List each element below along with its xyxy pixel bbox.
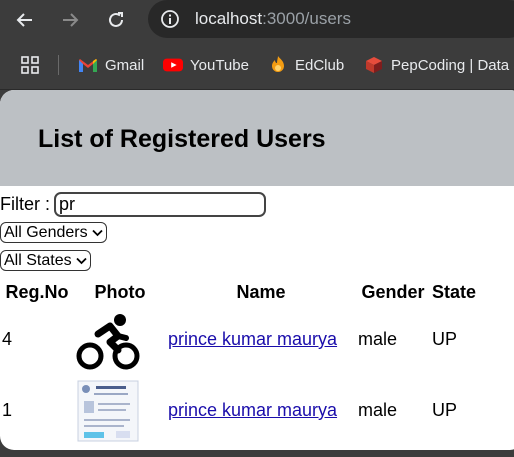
chevron-down-icon bbox=[91, 229, 103, 237]
cell-state: UP bbox=[432, 400, 458, 420]
cell-name: prince kumar maurya bbox=[166, 375, 356, 446]
cell-regno: 4 bbox=[2, 329, 13, 349]
state-select[interactable]: All States bbox=[0, 250, 91, 271]
users-table: Reg.No Photo Name Gender State 4 prince … bbox=[0, 280, 490, 446]
document-thumbnail bbox=[76, 378, 140, 443]
header-photo: Photo bbox=[94, 281, 146, 302]
chevron-down-icon bbox=[75, 257, 87, 265]
header-gender: Gender bbox=[361, 281, 425, 302]
bookmark-label: EdClub bbox=[295, 56, 345, 74]
cell-photo bbox=[74, 375, 166, 446]
bookmark-separator bbox=[58, 55, 59, 75]
apps-grid-icon[interactable] bbox=[20, 55, 40, 80]
gmail-icon bbox=[78, 55, 98, 75]
reload-button[interactable] bbox=[104, 8, 128, 32]
cell-photo bbox=[74, 304, 166, 375]
cell-state: UP bbox=[432, 329, 458, 349]
url-path: :3000/users bbox=[262, 9, 351, 28]
back-button[interactable] bbox=[13, 8, 37, 32]
page-content: List of Registered Users Filter : All Ge… bbox=[0, 90, 514, 450]
state-select-value: All States bbox=[4, 251, 72, 269]
cell-gender: male bbox=[358, 400, 398, 420]
forward-arrow-icon bbox=[63, 13, 79, 27]
browser-toolbar: localhost:3000/users bbox=[0, 0, 514, 40]
reload-icon bbox=[109, 12, 123, 27]
url-text: localhost:3000/users bbox=[195, 9, 351, 29]
edclub-icon bbox=[268, 55, 288, 75]
forward-button[interactable] bbox=[58, 8, 82, 32]
youtube-icon bbox=[163, 55, 183, 75]
site-info-icon[interactable] bbox=[160, 9, 180, 34]
url-host: localhost bbox=[195, 9, 263, 28]
table-header-row: Reg.No Photo Name Gender State bbox=[0, 280, 490, 304]
address-bar[interactable]: localhost:3000/users bbox=[148, 0, 514, 38]
header-regno: Reg.No bbox=[5, 281, 69, 302]
header-state: State bbox=[432, 281, 477, 302]
bookmark-label: Gmail bbox=[105, 56, 145, 74]
bookmarks-bar: Gmail YouTube EdClub PepCoding | Data S bbox=[0, 40, 514, 90]
header-name: Name bbox=[236, 281, 286, 302]
pepcoding-icon bbox=[364, 55, 384, 75]
table-row: 4 prince kumar maurya male UP bbox=[0, 304, 490, 375]
page-header: List of Registered Users bbox=[0, 90, 514, 186]
cyclist-icon bbox=[76, 307, 140, 372]
gender-select[interactable]: All Genders bbox=[0, 222, 107, 243]
cell-name: prince kumar maurya bbox=[166, 304, 356, 375]
filter-row: Filter : bbox=[0, 192, 267, 217]
bookmark-pepcoding[interactable]: PepCoding | Data S bbox=[364, 54, 514, 76]
user-name-link[interactable]: prince kumar maurya bbox=[168, 400, 337, 420]
back-arrow-icon bbox=[16, 13, 32, 27]
gender-select-value: All Genders bbox=[4, 223, 88, 241]
bookmark-youtube[interactable]: YouTube bbox=[163, 54, 249, 76]
cell-gender: male bbox=[358, 329, 398, 349]
cell-regno: 1 bbox=[2, 400, 13, 420]
filter-label: Filter : bbox=[0, 194, 51, 214]
bookmark-edclub[interactable]: EdClub bbox=[268, 54, 344, 76]
page-viewport: List of Registered Users Filter : All Ge… bbox=[0, 90, 514, 457]
bookmark-label: PepCoding | Data S bbox=[391, 56, 514, 74]
user-name-link[interactable]: prince kumar maurya bbox=[168, 329, 337, 349]
page-title: List of Registered Users bbox=[38, 125, 326, 153]
table-row: 1 prince kumar maurya male UP bbox=[0, 375, 490, 446]
bookmark-gmail[interactable]: Gmail bbox=[78, 54, 144, 76]
filter-input[interactable] bbox=[54, 192, 267, 217]
bookmark-label: YouTube bbox=[190, 56, 249, 74]
